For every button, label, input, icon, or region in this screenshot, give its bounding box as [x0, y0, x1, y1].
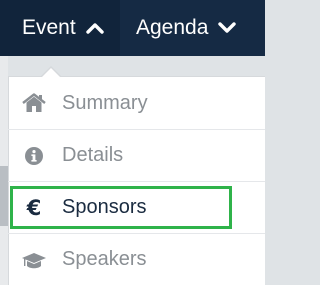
menu-item-details[interactable]: Details — [8, 129, 265, 181]
menu-item-details-label: Details — [62, 144, 124, 166]
menu-item-speakers-label: Speakers — [62, 248, 147, 270]
background-mark — [0, 166, 8, 226]
menu-item-speakers[interactable]: Speakers — [8, 233, 265, 285]
chevron-down-icon — [218, 22, 237, 34]
menu-item-summary[interactable]: Summary — [8, 77, 265, 129]
menu-item-summary-label: Summary — [62, 91, 148, 114]
nav-agenda[interactable]: Agenda — [120, 0, 237, 56]
background-content — [0, 56, 8, 285]
nav-agenda-label: Agenda — [136, 16, 209, 39]
chevron-up-icon — [86, 22, 104, 34]
nav-event[interactable]: Event — [0, 0, 120, 56]
info-icon — [21, 146, 47, 166]
dropdown-caret-fill — [41, 67, 61, 78]
top-navbar: Event Agenda — [0, 0, 265, 56]
selection-highlight — [10, 186, 232, 229]
home-icon — [21, 93, 47, 113]
graduation-cap-icon — [21, 250, 47, 270]
nav-event-label: Event — [22, 16, 76, 39]
